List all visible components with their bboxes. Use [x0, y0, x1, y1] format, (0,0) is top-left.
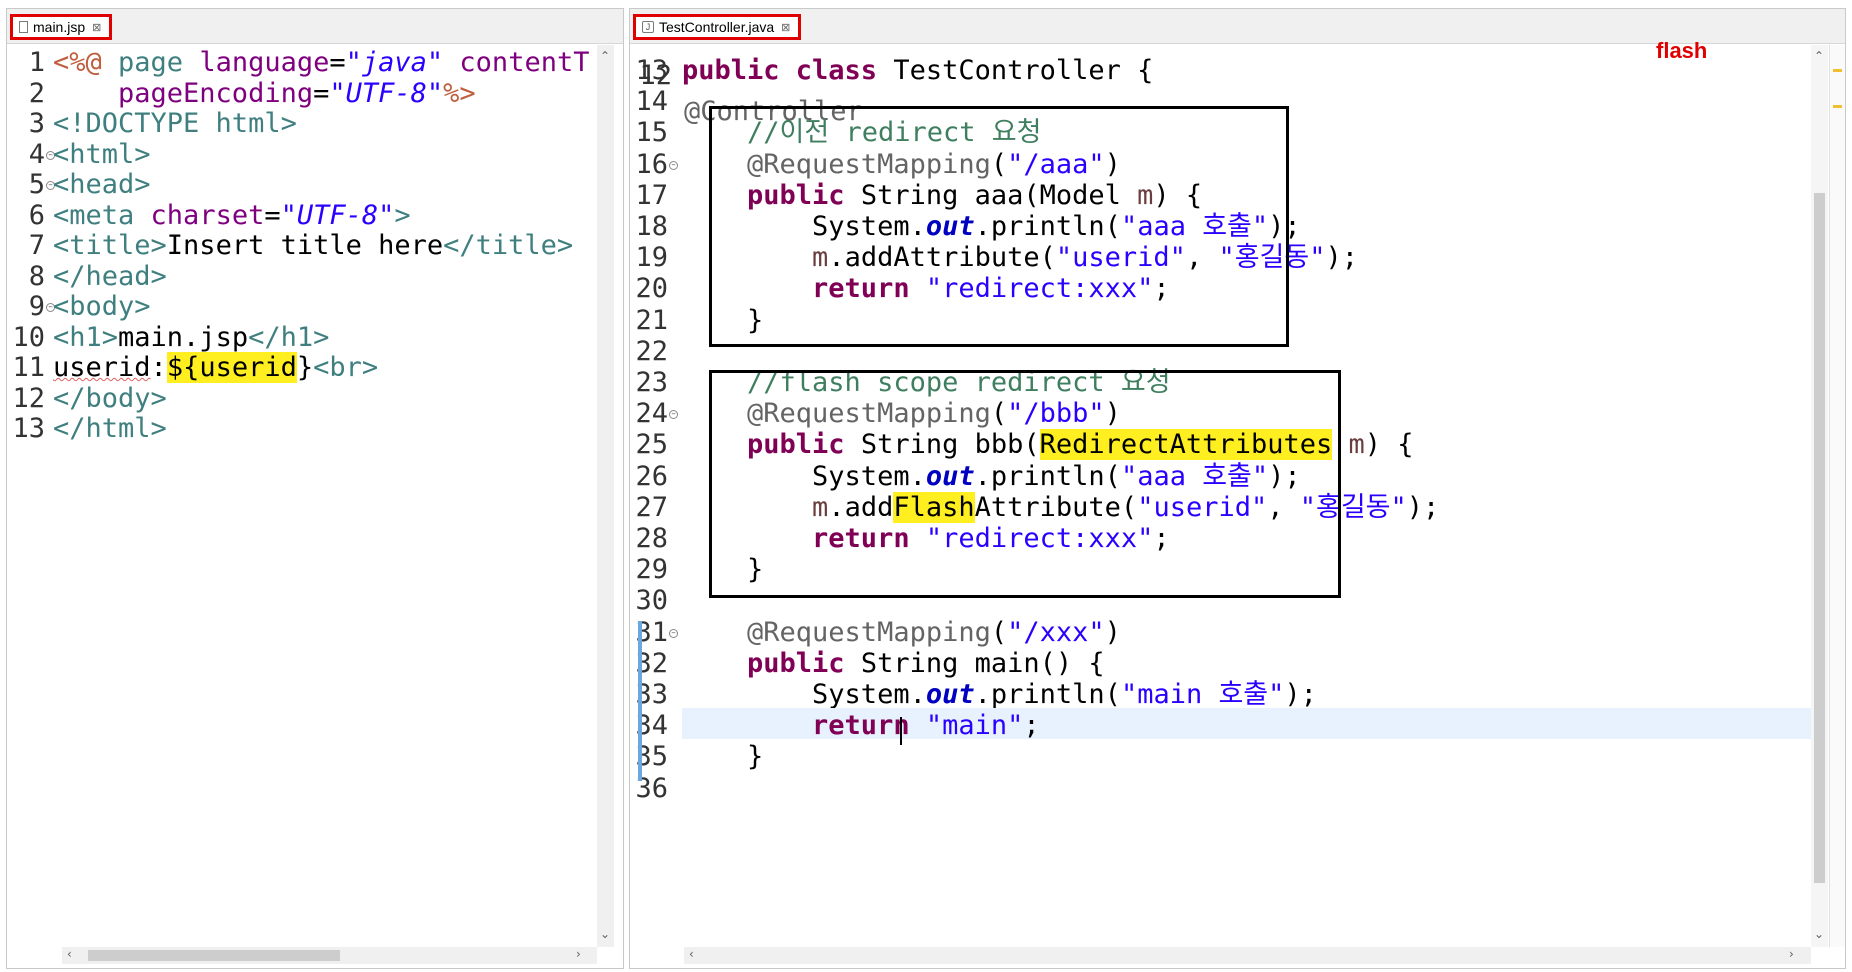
file-icon: [19, 21, 28, 33]
scroll-left-icon[interactable]: ‹: [67, 947, 72, 961]
code-token: m: [1348, 429, 1365, 461]
code-token: </html>: [53, 413, 167, 444]
code-token: </title>: [443, 230, 574, 261]
close-icon[interactable]: ⊠: [92, 21, 101, 34]
scroll-thumb[interactable]: [88, 950, 340, 961]
code-token: String main() {: [860, 647, 1105, 679]
code-token: }: [296, 352, 314, 383]
jsp-editor-tabbar: main.jsp ⊠: [7, 9, 623, 44]
scroll-left-icon[interactable]: ‹: [689, 947, 694, 961]
tab-main-jsp[interactable]: main.jsp ⊠: [10, 14, 113, 40]
code-token: );: [1406, 491, 1440, 523]
overview-marker: [1833, 69, 1842, 72]
code-token: return: [682, 710, 926, 742]
code-token: ): [1104, 616, 1121, 648]
code-token: <meta: [53, 199, 151, 231]
code-token: <br>: [313, 352, 379, 383]
scroll-up-icon[interactable]: ⌃: [1814, 49, 1824, 63]
code-token: );: [1284, 679, 1317, 710]
scroll-right-icon[interactable]: ›: [1789, 947, 1794, 961]
code-token: =: [264, 199, 281, 231]
flash-annotation-note: flash: [1656, 38, 1708, 63]
code-token: %>: [443, 77, 476, 109]
close-icon[interactable]: ⊠: [781, 21, 790, 34]
code-token: }: [682, 741, 764, 773]
code-token: </head>: [53, 260, 167, 292]
code-token: ;: [1023, 710, 1040, 742]
java-file-icon: J: [642, 21, 654, 33]
scroll-up-icon[interactable]: ⌃: [600, 49, 610, 63]
code-token: language: [199, 47, 330, 78]
overview-marker: [1833, 105, 1842, 108]
code-token: "main 호출": [1120, 679, 1285, 710]
code-token: userid: [53, 352, 151, 383]
code-token: "main": [925, 710, 1024, 742]
scroll-right-icon[interactable]: ›: [576, 947, 581, 961]
scroll-down-icon[interactable]: ⌄: [600, 927, 610, 941]
code-token: <html>: [53, 138, 151, 170]
code-token: <!DOCTYPE html>: [53, 108, 297, 139]
code-token: =: [329, 47, 346, 78]
code-token: :: [150, 352, 167, 383]
code-token: </h1>: [248, 321, 330, 353]
overview-ruler: [1829, 45, 1845, 947]
flash-method-box: [709, 370, 1341, 598]
jsp-code-area[interactable]: 1 <%@ page language="java" contentT 2 page…: [7, 45, 597, 947]
code-text: }: [682, 739, 763, 775]
code-token: <%@: [53, 47, 119, 78]
code-token: charset: [150, 199, 265, 231]
line-number: 36: [635, 772, 668, 804]
code-token: public class: [682, 55, 894, 86]
tab-title: TestController.java: [659, 19, 775, 35]
scroll-thumb[interactable]: [1814, 193, 1825, 883]
tab-test-controller-java[interactable]: J TestController.java ⊠: [633, 14, 802, 40]
scroll-down-icon[interactable]: ⌄: [1814, 927, 1824, 941]
code-token: TestController {: [893, 55, 1154, 86]
fold-toggle-icon[interactable]: −: [669, 160, 678, 170]
code-token: );: [1325, 242, 1358, 274]
fold-toggle-icon[interactable]: −: [669, 628, 678, 638]
code-token: >: [394, 199, 411, 231]
code-token: userid: [199, 352, 297, 383]
code-token: =: [313, 77, 330, 109]
java-editor-pane: J TestController.java ⊠ 12 @Controller 1…: [629, 8, 1846, 969]
code-token: "/xxx": [1007, 616, 1105, 648]
code-token: <h1>: [53, 321, 119, 353]
java-code-area[interactable]: 12 @Controller 13 public class TestContro…: [630, 45, 1811, 947]
java-horizontal-scrollbar[interactable]: ‹ ›: [684, 947, 1811, 964]
code-token: pageEncoding: [53, 77, 314, 109]
code-token: <title>: [53, 230, 167, 261]
change-indicator: [638, 621, 642, 781]
code-token: .println(: [974, 679, 1121, 710]
code-token: contentT: [459, 47, 590, 78]
tab-title: main.jsp: [33, 19, 86, 35]
code-token: public: [682, 647, 861, 679]
code-token: Insert title here: [166, 230, 444, 261]
jsp-horizontal-scrollbar[interactable]: ‹ ›: [62, 947, 597, 964]
code-token: ${: [166, 352, 200, 383]
jsp-editor-pane: main.jsp ⊠ 1 <%@ page language="java" con…: [6, 8, 624, 969]
code-token: "java": [345, 47, 460, 78]
code-token: "UTF-8": [329, 77, 444, 109]
code-token: </body>: [53, 382, 167, 414]
code-text: </html>: [53, 411, 167, 447]
code-token: ) {: [1364, 429, 1414, 461]
code-text: public class TestController {: [682, 53, 1153, 89]
redirect-method-box: [709, 106, 1289, 347]
code-token: <body>: [53, 291, 151, 322]
java-vertical-scrollbar[interactable]: ⌃ ⌄: [1811, 45, 1828, 947]
code-token: out: [925, 679, 975, 710]
code-token: "UTF-8": [280, 199, 395, 231]
line-number: 13: [12, 413, 45, 444]
text-cursor: [900, 717, 902, 745]
code-token: System.: [682, 679, 926, 710]
jsp-vertical-scrollbar[interactable]: ⌃ ⌄: [597, 45, 614, 947]
code-token: main.jsp: [118, 321, 249, 353]
code-token: (: [990, 616, 1008, 648]
code-token: <head>: [53, 169, 151, 200]
fold-toggle-icon[interactable]: −: [669, 410, 678, 420]
code-token: page: [118, 47, 200, 78]
code-token: @RequestMapping: [682, 616, 991, 648]
